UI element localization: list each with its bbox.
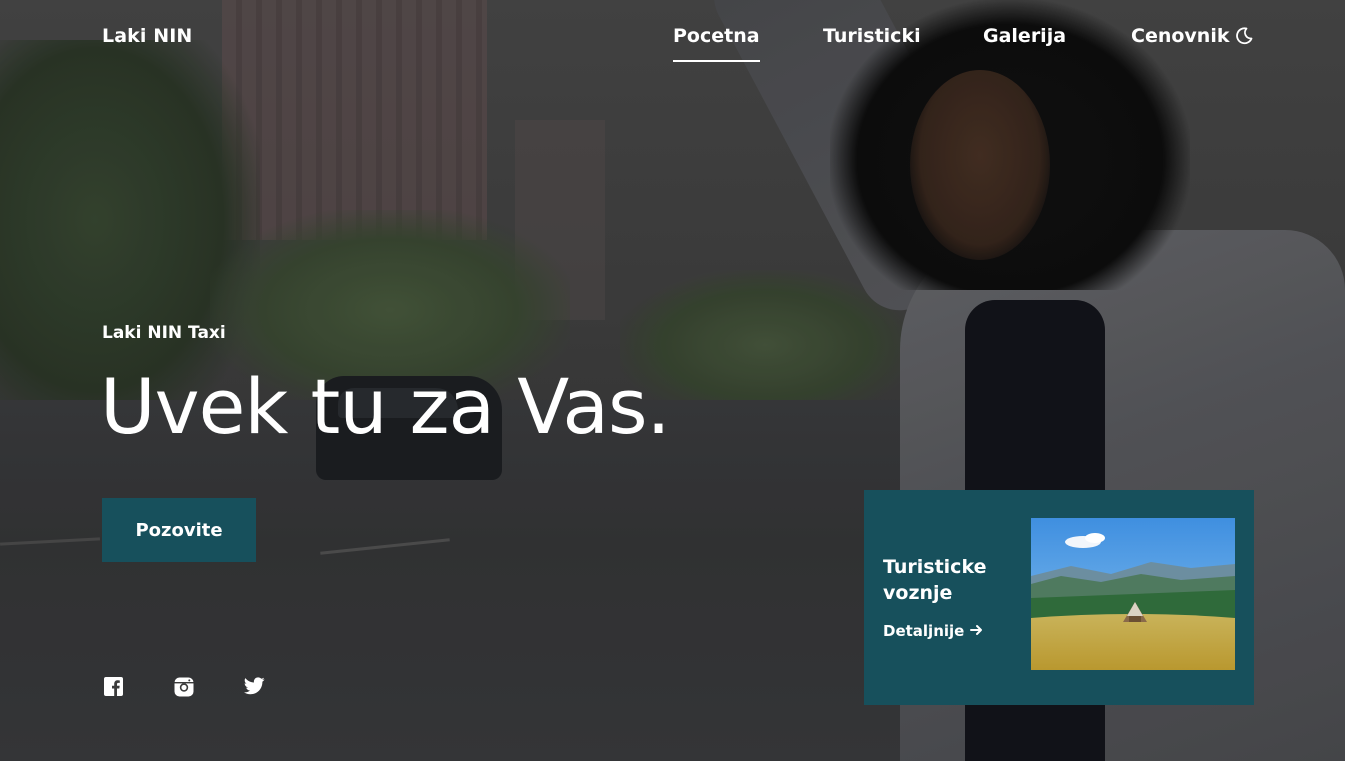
- hero-headline: Uvek tu za Vas.: [100, 362, 671, 451]
- moon-icon[interactable]: [1234, 26, 1254, 46]
- arrow-right-icon: [970, 622, 983, 640]
- brand-logo[interactable]: Laki NIN: [102, 25, 192, 47]
- card-title: Turisticke voznje: [883, 556, 987, 604]
- call-button[interactable]: Pozovite: [102, 498, 256, 562]
- mountain-landscape-image: [1031, 518, 1235, 670]
- details-link-label: Detaljnije: [883, 622, 965, 640]
- nav-item-turisticki[interactable]: Turisticki: [823, 25, 921, 47]
- twitter-icon[interactable]: [243, 677, 265, 697]
- hero-eyebrow: Laki NIN Taxi: [102, 323, 226, 343]
- nav-item-galerija[interactable]: Galerija: [983, 25, 1066, 47]
- nav-item-cenovnik[interactable]: Cenovnik: [1131, 25, 1229, 47]
- instagram-icon[interactable]: [174, 677, 194, 697]
- facebook-icon[interactable]: [104, 677, 124, 697]
- tour-card[interactable]: Turisticke voznje Detaljnije: [864, 490, 1254, 705]
- details-link[interactable]: Detaljnije: [883, 622, 983, 640]
- nav-item-pocetna[interactable]: Pocetna: [673, 25, 760, 62]
